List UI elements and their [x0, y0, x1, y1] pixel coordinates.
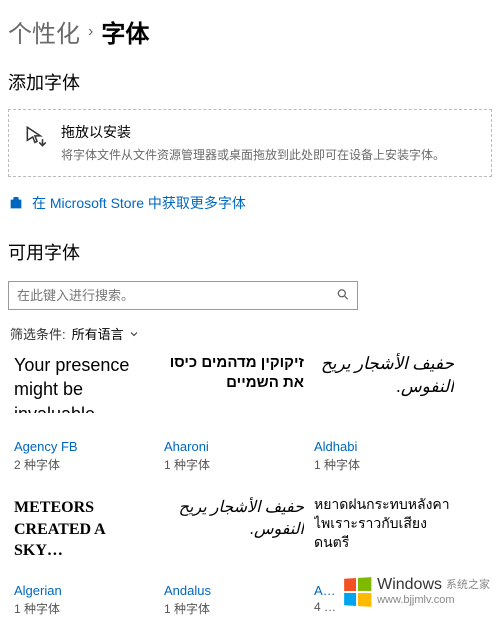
watermark: Windows 系统之家 www.bjjmlv.com	[339, 574, 494, 610]
breadcrumb: 个性化 › 字体	[0, 0, 500, 59]
filter-label: 筛选条件:	[10, 324, 66, 343]
drop-zone[interactable]: 拖放以安装 将字体文件从文件资源管理器或桌面拖放到此处即可在设备上安装字体。	[8, 109, 492, 177]
filter-dropdown[interactable]: 所有语言	[72, 324, 140, 343]
font-sample: حفيف الأشجار يريح النفوس.	[314, 353, 454, 413]
search-icon[interactable]	[336, 287, 350, 304]
font-card[interactable]: METEORS CREATED A SKY… Algerian 1 种字体	[14, 497, 154, 617]
font-count: 1 种字体	[164, 456, 304, 473]
chevron-down-icon	[128, 328, 140, 340]
watermark-text: Windows 系统之家 www.bjjmlv.com	[377, 576, 490, 608]
chevron-right-icon: ›	[88, 23, 93, 41]
store-link-label: 在 Microsoft Store 中获取更多字体	[32, 193, 246, 213]
search-box[interactable]	[8, 281, 358, 310]
font-card[interactable]: حفيف الأشجار يريح النفوس. Andalus 1 种字体	[164, 497, 304, 617]
drop-zone-text: 拖放以安装 将字体文件从文件资源管理器或桌面拖放到此处即可在设备上安装字体。	[61, 122, 445, 164]
font-name: Agency FB	[14, 439, 154, 454]
watermark-brand: Windows	[377, 576, 442, 594]
breadcrumb-current: 字体	[101, 14, 149, 49]
filter-row: 筛选条件: 所有语言	[0, 324, 500, 353]
watermark-sub: 系统之家	[446, 576, 490, 592]
drop-zone-subtitle: 将字体文件从文件资源管理器或桌面拖放到此处即可在设备上安装字体。	[61, 146, 445, 164]
drop-zone-title: 拖放以安装	[61, 122, 445, 142]
font-sample: METEORS CREATED A SKY…	[14, 497, 154, 557]
font-card[interactable]: Your presence might be invaluable. Agency…	[14, 353, 154, 473]
font-count: 1 种字体	[314, 456, 454, 473]
font-name: Andalus	[164, 583, 304, 598]
filter-value: 所有语言	[72, 324, 124, 343]
search-input[interactable]	[8, 281, 358, 310]
font-count: 1 种字体	[14, 600, 154, 617]
font-name: Aldhabi	[314, 439, 454, 454]
font-count: 1 种字体	[164, 600, 304, 617]
store-icon	[8, 195, 24, 211]
font-sample: Your presence might be invaluable.	[14, 353, 154, 413]
font-count: 2 种字体	[14, 456, 154, 473]
font-sample: หยาดฝนกระทบหลังคาไพเราะราวกับเสียงดนตรี	[314, 497, 454, 557]
font-sample: זיקוקין מדהמים כיסו את השמיים	[164, 353, 304, 413]
watermark-site: www.bjjmlv.com	[377, 594, 490, 606]
available-fonts-heading: 可用字体	[0, 229, 500, 273]
font-name: Aharoni	[164, 439, 304, 454]
font-card[interactable]: זיקוקין מדהמים כיסו את השמיים Aharoni 1 种字…	[164, 353, 304, 473]
font-name: Algerian	[14, 583, 154, 598]
drag-install-icon	[23, 124, 49, 150]
add-fonts-heading: 添加字体	[0, 59, 500, 103]
font-card[interactable]: حفيف الأشجار يريح النفوس. Aldhabi 1 种字体	[314, 353, 454, 473]
windows-logo-icon	[344, 577, 371, 607]
breadcrumb-parent[interactable]: 个性化	[8, 14, 80, 49]
microsoft-store-link[interactable]: 在 Microsoft Store 中获取更多字体	[0, 189, 500, 229]
font-sample: حفيف الأشجار يريح النفوس.	[164, 497, 304, 557]
